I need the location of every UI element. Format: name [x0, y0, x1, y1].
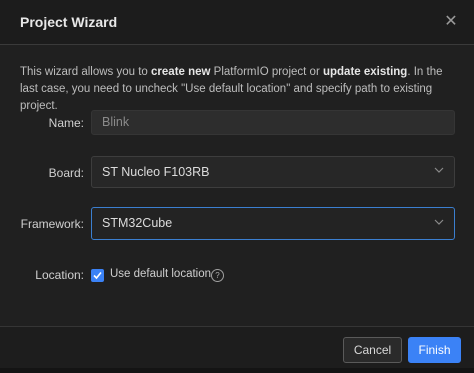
chevron-down-icon — [434, 219, 444, 225]
use-default-location-label[interactable]: Use default location — [110, 268, 211, 280]
board-select[interactable]: ST Nucleo F103RB — [91, 156, 455, 188]
dialog-header: Project Wizard ✕ — [0, 0, 474, 45]
description-text: This wizard allows you to — [20, 66, 152, 78]
dialog-footer — [0, 326, 474, 373]
name-field[interactable]: Blink — [91, 110, 455, 135]
board-label: Board: — [48, 166, 84, 180]
project-wizard-dialog: Project Wizard ✕ This wizard allows you … — [0, 0, 474, 373]
help-icon[interactable]: ? — [211, 269, 224, 282]
use-default-location-checkbox[interactable] — [91, 269, 104, 282]
description-bold-create: create new — [151, 66, 211, 78]
name-label: Name: — [48, 116, 84, 130]
framework-value: STM32Cube — [102, 216, 173, 230]
framework-label: Framework: — [20, 217, 84, 231]
bottom-edge — [0, 368, 474, 373]
description-text: PlatformIO project or — [210, 66, 323, 78]
check-icon — [93, 271, 102, 280]
dialog-title: Project Wizard — [20, 14, 118, 30]
framework-select[interactable]: STM32Cube — [91, 207, 455, 240]
close-icon[interactable]: ✕ — [441, 12, 461, 32]
location-label: Location: — [35, 268, 84, 282]
finish-button[interactable]: Finish — [408, 337, 461, 363]
cancel-button[interactable]: Cancel — [343, 337, 402, 363]
board-value: ST Nucleo F103RB — [102, 165, 210, 179]
description-bold-update: update existing — [322, 66, 408, 78]
name-value: Blink — [102, 115, 130, 129]
wizard-description: This wizard allows you to create new Pla… — [20, 64, 460, 115]
chevron-down-icon — [434, 167, 444, 173]
